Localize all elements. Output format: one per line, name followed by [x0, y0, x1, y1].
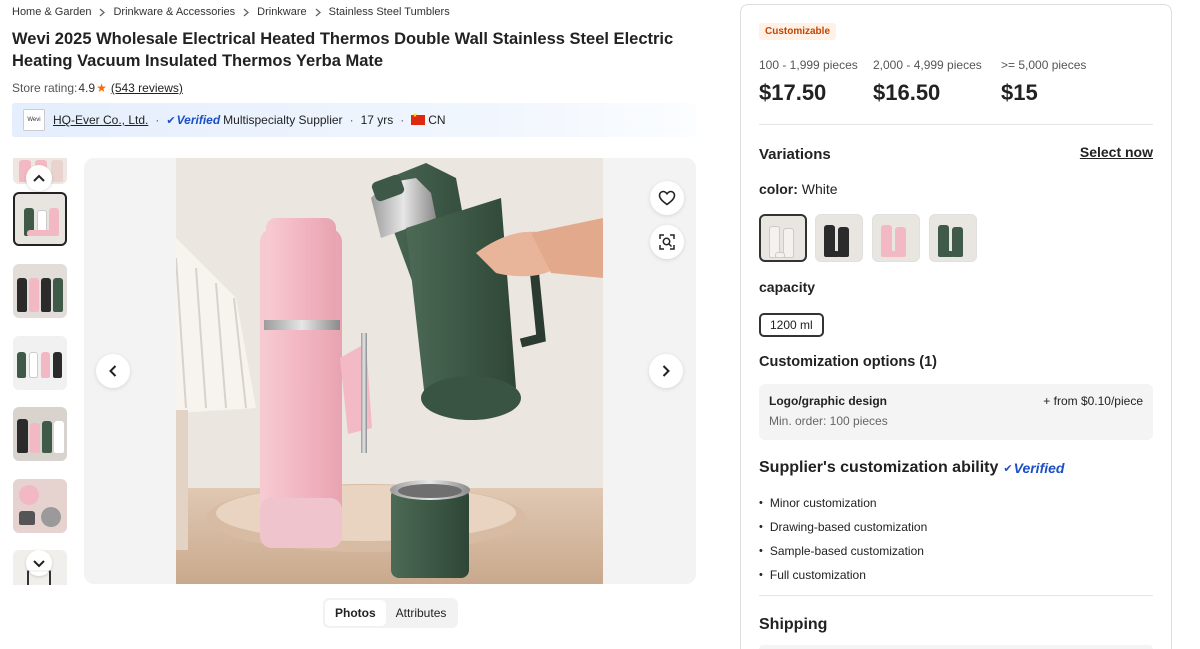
color-label-value: White — [801, 181, 838, 197]
image-search-button[interactable] — [650, 225, 684, 259]
thumbnail-image[interactable] — [13, 264, 67, 318]
chevron-right-icon — [242, 8, 250, 17]
capacity-option-1200ml[interactable]: 1200 ml — [759, 313, 824, 337]
store-rating: Store rating: 4.9 ★ (543 reviews) — [12, 81, 183, 95]
price-tier-price: $15 — [1001, 80, 1038, 105]
breadcrumb-item-stainless-steel-tumblers[interactable]: Stainless Steel Tumblers — [329, 6, 450, 18]
customization-ability-heading: Supplier's customization ability ✔ Verifi… — [759, 459, 1067, 477]
customization-ability-title: Supplier's customization ability — [759, 459, 999, 476]
verified-check-icon: ✔ — [1003, 462, 1013, 475]
separator-dot: · — [400, 113, 405, 127]
price-tier-price: $17.50 — [759, 80, 827, 105]
verified-badge: ✔ Verified — [166, 113, 220, 127]
list-item: Sample-based customization — [759, 539, 927, 563]
customization-option-card[interactable]: Logo/graphic design Min. order: 100 piec… — [759, 384, 1153, 440]
thumbnail-scroll-up-button[interactable] — [26, 165, 52, 191]
verified-label: Verified — [176, 113, 221, 127]
tab-attributes[interactable]: Attributes — [386, 600, 457, 626]
list-item: Minor customization — [759, 491, 927, 515]
chevron-up-icon — [33, 174, 45, 182]
color-swatch-green[interactable] — [929, 214, 977, 262]
price-tier-price: $16.50 — [873, 80, 941, 105]
product-title: Wevi 2025 Wholesale Electrical Heated Th… — [12, 30, 674, 70]
price-tier-range: 100 - 1,999 pieces — [759, 58, 858, 72]
customizable-badge: Customizable — [759, 23, 837, 40]
verified-check-icon: ✔ — [166, 114, 176, 127]
product-photo-illustration — [176, 158, 603, 584]
thumbnail-image[interactable] — [13, 336, 67, 390]
capacity-label: capacity — [759, 279, 816, 295]
thumbnail-scroll-down-button[interactable] — [26, 550, 52, 576]
divider — [759, 595, 1153, 596]
chevron-right-icon — [662, 365, 670, 377]
thumbnail-image[interactable] — [13, 407, 67, 461]
color-label: color: White — [759, 181, 838, 197]
store-rating-score: 4.9 — [78, 81, 96, 95]
store-rating-label: Store rating: — [12, 81, 78, 95]
customization-fee: + from $0.10/piece — [1043, 394, 1143, 408]
color-swatch-white[interactable] — [759, 214, 807, 262]
previous-image-button[interactable] — [96, 354, 130, 388]
next-image-button[interactable] — [649, 354, 683, 388]
supplier-name-link[interactable]: HQ-Ever Co., Ltd. — [53, 113, 148, 127]
separator-dot: · — [155, 113, 160, 127]
verified-label: Verified — [1013, 460, 1065, 476]
breadcrumb-item-home-garden[interactable]: Home & Garden — [12, 6, 91, 18]
customization-min-order: Min. order: 100 pieces — [769, 414, 888, 428]
breadcrumb-item-drinkware[interactable]: Drinkware — [257, 6, 307, 18]
chevron-left-icon — [109, 365, 117, 377]
price-tier-range: 2,000 - 4,999 pieces — [873, 58, 982, 72]
color-swatch-black[interactable] — [815, 214, 863, 262]
product-photo — [176, 158, 603, 584]
supplier-country: CN — [428, 113, 446, 127]
shipping-info-box — [759, 645, 1153, 649]
purchase-panel: Customizable 100 - 1,999 pieces $17.50 2… — [740, 4, 1172, 649]
image-search-icon — [659, 234, 675, 250]
tab-photos[interactable]: Photos — [325, 600, 386, 626]
price-tier: 2,000 - 4,999 pieces $16.50 — [873, 58, 982, 106]
list-item: Drawing-based customization — [759, 515, 927, 539]
star-icon: ★ — [96, 81, 107, 95]
price-tier: 100 - 1,999 pieces $17.50 — [759, 58, 858, 106]
price-tier: >= 5,000 pieces $15 — [1001, 58, 1086, 106]
chevron-right-icon — [314, 8, 322, 17]
thumbnail-image-selected[interactable] — [13, 192, 67, 246]
verified-badge: ✔ Verified — [1003, 460, 1064, 476]
customization-option-name: Logo/graphic design — [769, 394, 888, 408]
china-flag-icon — [411, 112, 426, 125]
color-label-key: color: — [759, 181, 798, 197]
thumbnail-image[interactable] — [13, 479, 67, 533]
chevron-down-icon — [33, 559, 45, 567]
breadcrumb: Home & Garden Drinkware & Accessories Dr… — [12, 6, 450, 18]
supplier-bar: Wevi HQ-Ever Co., Ltd. · ✔ Verified Multi… — [12, 103, 696, 137]
gallery-view-toggle: Photos Attributes — [323, 598, 459, 628]
color-swatch-pink[interactable] — [872, 214, 920, 262]
breadcrumb-item-drinkware-accessories[interactable]: Drinkware & Accessories — [113, 6, 235, 18]
customization-options-heading: Customization options (1) — [759, 354, 938, 370]
list-item: Full customization — [759, 563, 927, 587]
main-product-image[interactable] — [84, 158, 696, 584]
select-now-link[interactable]: Select now — [1080, 144, 1153, 160]
heart-icon — [658, 190, 676, 206]
separator-dot: · — [349, 113, 354, 127]
supplier-logo[interactable]: Wevi — [23, 109, 45, 131]
thumbnail-strip — [12, 158, 68, 585]
reviews-link[interactable]: (543 reviews) — [111, 81, 183, 95]
customization-ability-list: Minor customization Drawing-based custom… — [759, 491, 927, 587]
shipping-heading: Shipping — [759, 616, 828, 633]
price-tier-range: >= 5,000 pieces — [1001, 58, 1087, 72]
variations-heading: Variations — [759, 146, 831, 163]
favorite-button[interactable] — [650, 181, 684, 215]
supplier-type: Multispecialty Supplier — [223, 113, 343, 127]
supplier-years: 17 yrs — [360, 113, 394, 127]
divider — [759, 124, 1153, 125]
chevron-right-icon — [98, 8, 106, 17]
